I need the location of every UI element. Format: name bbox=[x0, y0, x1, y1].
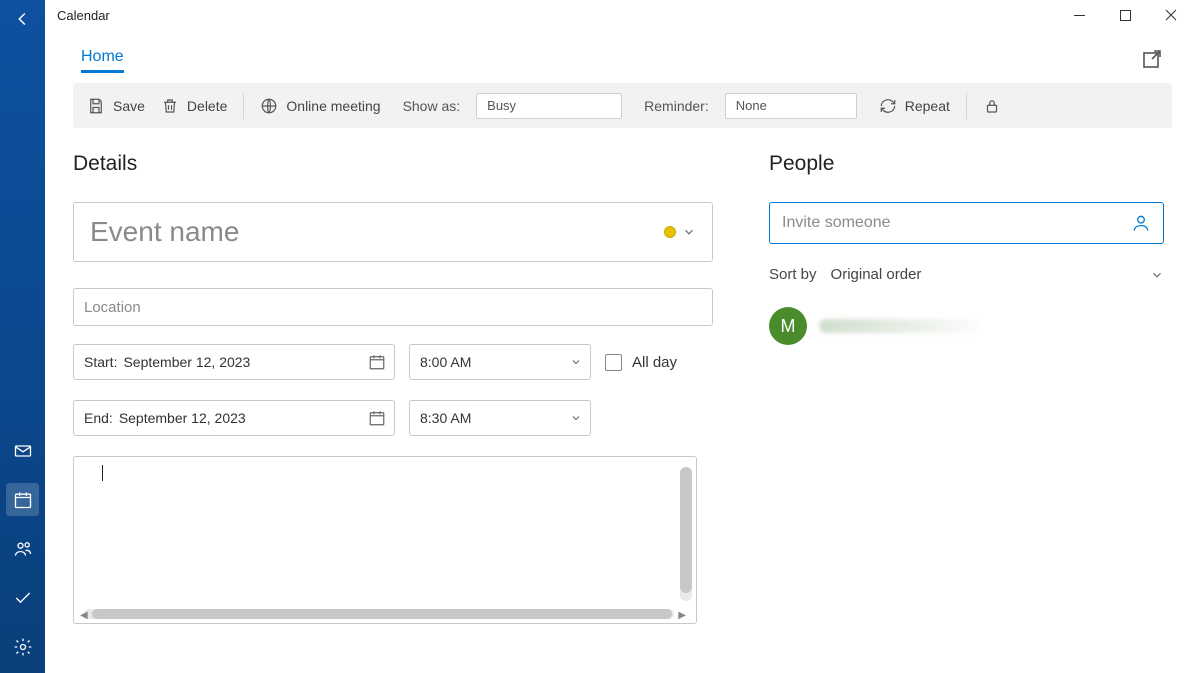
settings-nav-icon[interactable] bbox=[6, 630, 39, 663]
invite-input[interactable] bbox=[782, 214, 1131, 232]
vertical-scrollbar[interactable] bbox=[680, 467, 692, 593]
online-meeting-label: Online meeting bbox=[286, 98, 380, 114]
reminder-label: Reminder: bbox=[644, 98, 709, 114]
event-name-input[interactable] bbox=[90, 216, 664, 248]
avatar: M bbox=[769, 307, 807, 345]
people-heading: People bbox=[769, 152, 1164, 176]
end-date-value: September 12, 2023 bbox=[119, 410, 368, 426]
delete-button[interactable]: Delete bbox=[161, 97, 227, 115]
category-chevron-icon[interactable] bbox=[682, 225, 696, 239]
start-time-field[interactable]: 8:00 AM bbox=[409, 344, 591, 380]
repeat-label: Repeat bbox=[905, 98, 950, 114]
attendee-name bbox=[819, 319, 979, 333]
chevron-down-icon bbox=[1150, 268, 1164, 282]
save-label: Save bbox=[113, 98, 145, 114]
show-as-label: Show as: bbox=[403, 98, 461, 114]
all-day-label: All day bbox=[632, 354, 677, 371]
end-time-value: 8:30 AM bbox=[420, 410, 471, 426]
chevron-down-icon bbox=[570, 412, 582, 424]
window-title: Calendar bbox=[57, 8, 110, 23]
all-day-checkbox[interactable] bbox=[605, 354, 622, 371]
online-meeting-button[interactable]: Online meeting bbox=[260, 97, 380, 115]
calendar-icon bbox=[368, 353, 386, 371]
person-icon bbox=[1131, 213, 1151, 233]
back-button[interactable] bbox=[12, 8, 34, 30]
details-heading: Details bbox=[73, 152, 713, 176]
invite-field[interactable] bbox=[769, 202, 1164, 244]
sort-by-value: Original order bbox=[831, 266, 922, 283]
start-label: Start: bbox=[84, 354, 117, 370]
end-date-field[interactable]: End: September 12, 2023 bbox=[73, 400, 395, 436]
location-field[interactable] bbox=[73, 288, 713, 326]
start-time-value: 8:00 AM bbox=[420, 354, 471, 370]
horizontal-scrollbar[interactable] bbox=[92, 609, 672, 619]
tab-home[interactable]: Home bbox=[81, 44, 124, 73]
sort-by-label: Sort by bbox=[769, 266, 817, 283]
popout-icon[interactable] bbox=[1140, 47, 1164, 71]
repeat-button[interactable]: Repeat bbox=[879, 97, 950, 115]
app-sidebar bbox=[0, 0, 45, 673]
ribbon: Save Delete Online meeting Show as: Busy… bbox=[73, 83, 1172, 128]
category-dot-icon bbox=[664, 226, 676, 238]
people-nav-icon[interactable] bbox=[6, 532, 39, 565]
start-date-field[interactable]: Start: September 12, 2023 bbox=[73, 344, 395, 380]
start-date-value: September 12, 2023 bbox=[123, 354, 368, 370]
maximize-button[interactable] bbox=[1102, 0, 1148, 30]
mail-nav-icon[interactable] bbox=[6, 434, 39, 467]
end-label: End: bbox=[84, 410, 113, 426]
reminder-dropdown[interactable]: None bbox=[725, 93, 857, 119]
titlebar: Calendar bbox=[45, 0, 1200, 30]
event-name-field[interactable] bbox=[73, 202, 713, 262]
minimize-button[interactable] bbox=[1056, 0, 1102, 30]
close-button[interactable] bbox=[1148, 0, 1194, 30]
show-as-dropdown[interactable]: Busy bbox=[476, 93, 622, 119]
end-time-field[interactable]: 8:30 AM bbox=[409, 400, 591, 436]
sort-by-dropdown[interactable]: Original order bbox=[831, 266, 1164, 283]
attendee-row[interactable]: M bbox=[769, 307, 1164, 345]
chevron-down-icon bbox=[570, 356, 582, 368]
private-button[interactable] bbox=[983, 97, 1001, 115]
save-button[interactable]: Save bbox=[87, 97, 145, 115]
calendar-nav-icon[interactable] bbox=[6, 483, 39, 516]
calendar-icon bbox=[368, 409, 386, 427]
todo-nav-icon[interactable] bbox=[6, 581, 39, 614]
location-input[interactable] bbox=[84, 299, 702, 316]
delete-label: Delete bbox=[187, 98, 227, 114]
description-field[interactable]: ◀ ▶ bbox=[73, 456, 697, 624]
